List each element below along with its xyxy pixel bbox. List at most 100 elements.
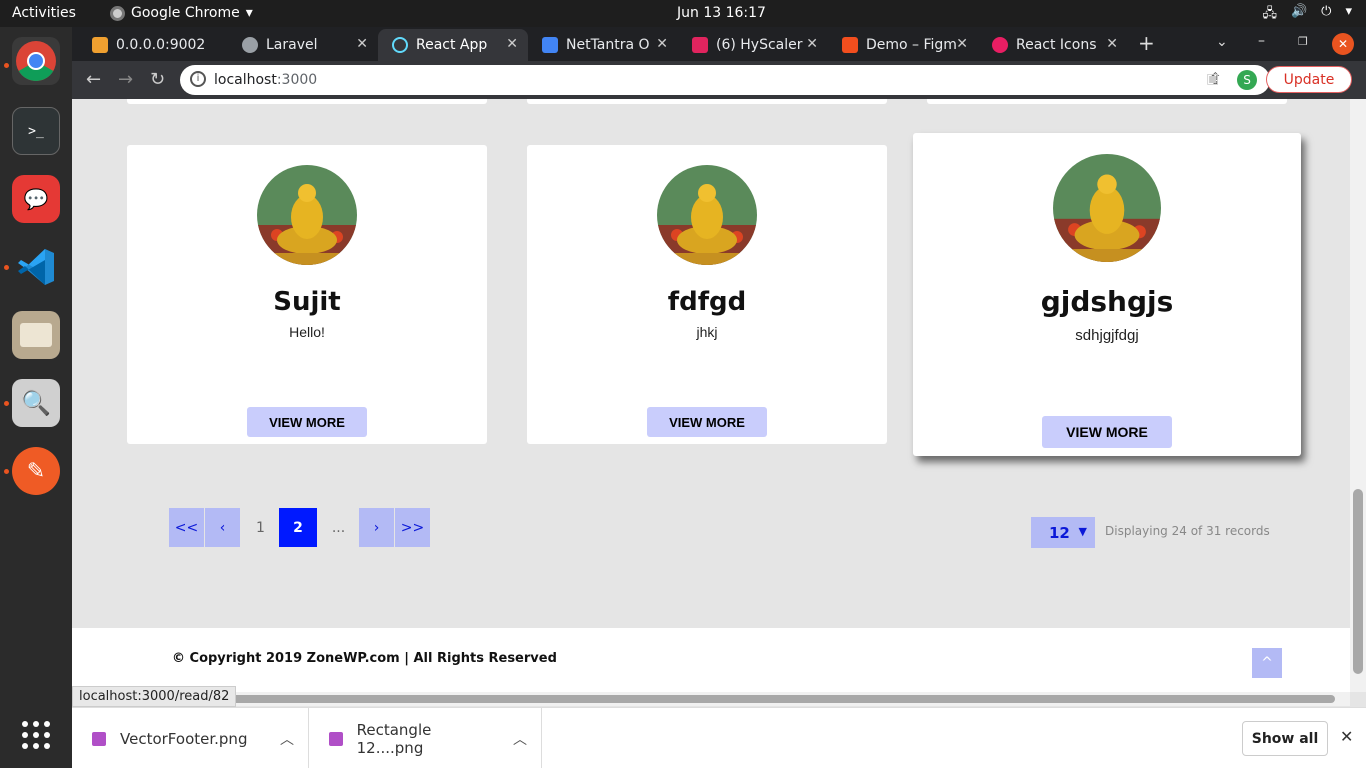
menu-kebab-icon[interactable]: ⋮: [1362, 69, 1366, 88]
tab-strip: 0.0.0.0:9002 Laravel ✕ React App ✕ NetTant…: [72, 27, 1366, 61]
tab-laravel[interactable]: Laravel ✕: [228, 29, 378, 61]
image-file-icon: [92, 731, 106, 746]
per-page-select[interactable]: 12 ▼: [1031, 517, 1095, 548]
chevron-up-icon: ^: [1261, 655, 1273, 671]
tab-favicon: [242, 37, 258, 53]
card-partial: [127, 99, 487, 104]
tab-favicon: [992, 37, 1008, 53]
user-card: fdfgd jhkj VIEW MORE: [527, 145, 887, 444]
dock: >_ 💬 🔍 ✎: [0, 27, 72, 768]
first-page-button[interactable]: <<: [169, 508, 204, 547]
view-more-button[interactable]: VIEW MORE: [247, 407, 367, 437]
card-partial: [927, 99, 1287, 104]
close-tab-icon[interactable]: ✕: [506, 36, 518, 52]
close-tab-icon[interactable]: ✕: [956, 36, 968, 52]
download-shelf: VectorFooter.png ︿ Rectangle 12....png ︿…: [72, 707, 1366, 768]
show-all-downloads-button[interactable]: Show all: [1242, 721, 1328, 756]
close-window-icon[interactable]: ✕: [1332, 33, 1354, 55]
user-name: fdfgd: [667, 287, 747, 317]
download-item[interactable]: VectorFooter.png ︿: [72, 708, 309, 768]
postman-icon[interactable]: ✎: [12, 447, 60, 495]
chevron-down-icon: ▼: [1078, 525, 1087, 538]
copyright-text: © Copyright 2019 ZoneWP.com | All Rights…: [172, 651, 557, 666]
scrollbar-thumb[interactable]: [75, 695, 1335, 703]
close-tab-icon[interactable]: ✕: [806, 36, 818, 52]
current-page-button[interactable]: 2: [279, 508, 317, 547]
react-icon: [392, 37, 408, 53]
running-indicator: [4, 63, 9, 68]
volume-icon: 🔊: [1290, 4, 1308, 19]
tab-nettantra[interactable]: NetTantra O ✕: [528, 29, 678, 61]
user-bio: Hello!: [289, 324, 325, 340]
info-icon[interactable]: i: [190, 71, 206, 87]
tab-label: 0.0.0.0:9002: [116, 37, 206, 53]
system-top-bar: Activities Google Chrome ▾ Jun 13 16:17 …: [0, 0, 1366, 27]
update-button[interactable]: Update: [1266, 66, 1352, 93]
tab-hyscaler[interactable]: (6) HyScaler ✕: [678, 29, 828, 61]
scrollbar-thumb[interactable]: [1353, 489, 1363, 674]
chrome-icon[interactable]: [12, 37, 60, 85]
chrome-small-icon: [110, 5, 125, 21]
tab-favicon: [92, 37, 108, 53]
url-host: localhost: [214, 72, 277, 88]
system-tray[interactable]: 🖧 🔊 ⏻ ▾: [1262, 4, 1352, 26]
terminal-icon[interactable]: >_: [12, 107, 60, 155]
tab-figma[interactable]: Demo – Figm ✕: [828, 29, 978, 61]
running-indicator: [4, 265, 9, 270]
link-status-bubble: localhost:3000/read/82: [72, 686, 237, 707]
figma-icon: [842, 37, 858, 53]
clock[interactable]: Jun 13 16:17: [677, 5, 766, 21]
tab-localhost-9002[interactable]: 0.0.0.0:9002: [78, 29, 228, 61]
app-menu[interactable]: Google Chrome ▾: [110, 5, 253, 21]
image-viewer-icon[interactable]: 🔍: [12, 379, 60, 427]
minimize-icon[interactable]: –: [1258, 33, 1265, 49]
vscode-icon[interactable]: [12, 243, 60, 291]
app-grid-icon[interactable]: [12, 711, 60, 759]
close-shelf-icon[interactable]: ✕: [1340, 727, 1353, 746]
files-icon[interactable]: [12, 311, 60, 359]
per-page-value: 12: [1049, 523, 1070, 542]
app-name: Google Chrome: [131, 5, 240, 21]
side-panel-icon[interactable]: ▣: [1206, 71, 1219, 87]
tab-search-icon[interactable]: ⌄: [1216, 34, 1228, 50]
chevron-down-icon: ▾: [1345, 4, 1352, 19]
card-partial: [527, 99, 887, 104]
running-indicator: [4, 469, 9, 474]
rocketchat-icon[interactable]: 💬: [12, 175, 60, 223]
vertical-scrollbar[interactable]: [1350, 99, 1366, 692]
close-tab-icon[interactable]: ✕: [656, 36, 668, 52]
horizontal-scrollbar[interactable]: [72, 692, 1350, 706]
chevron-up-icon[interactable]: ︿: [280, 729, 294, 749]
back-icon[interactable]: ←: [86, 69, 101, 90]
pagination-ellipsis: ...: [331, 519, 346, 536]
new-tab-icon[interactable]: +: [1138, 31, 1155, 55]
page-content: Sujit Hello! VIEW MORE fdfgd jhkj VIEW M…: [72, 99, 1350, 692]
download-item[interactable]: Rectangle 12....png ︿: [309, 708, 542, 768]
footer: © Copyright 2019 ZoneWP.com | All Rights…: [72, 628, 1350, 692]
close-tab-icon[interactable]: ✕: [1106, 36, 1118, 52]
url-port: :3000: [276, 72, 318, 88]
address-bar[interactable]: i localhost:3000 ⇪ ☆: [180, 65, 1270, 95]
prev-page-button[interactable]: ‹: [205, 508, 240, 547]
network-icon: 🖧: [1262, 6, 1277, 21]
chevron-up-icon[interactable]: ︿: [513, 729, 527, 749]
last-page-button[interactable]: >>: [395, 508, 430, 547]
view-more-button[interactable]: VIEW MORE: [647, 407, 767, 437]
view-more-button[interactable]: VIEW MORE: [1042, 416, 1172, 448]
buddha-avatar: [657, 165, 757, 265]
activities-button[interactable]: Activities: [12, 5, 76, 21]
reload-icon[interactable]: ↻: [150, 69, 165, 90]
restore-icon[interactable]: ❐: [1298, 35, 1308, 48]
forward-icon[interactable]: →: [118, 69, 133, 90]
next-page-button[interactable]: ›: [359, 508, 394, 547]
user-name: gjdshgjs: [1040, 285, 1174, 318]
scroll-to-top-button[interactable]: ^: [1252, 648, 1282, 678]
page-1-button[interactable]: 1: [243, 508, 278, 547]
running-indicator: [4, 401, 9, 406]
profile-avatar[interactable]: S: [1237, 70, 1257, 90]
user-card-hovered: gjdshgjs sdhjgjfdgj VIEW MORE: [913, 133, 1301, 456]
close-tab-icon[interactable]: ✕: [356, 36, 368, 52]
tab-react-icons[interactable]: React Icons ✕: [978, 29, 1128, 61]
user-bio: jhkj: [696, 324, 718, 340]
tab-react-app[interactable]: React App ✕: [378, 29, 528, 61]
